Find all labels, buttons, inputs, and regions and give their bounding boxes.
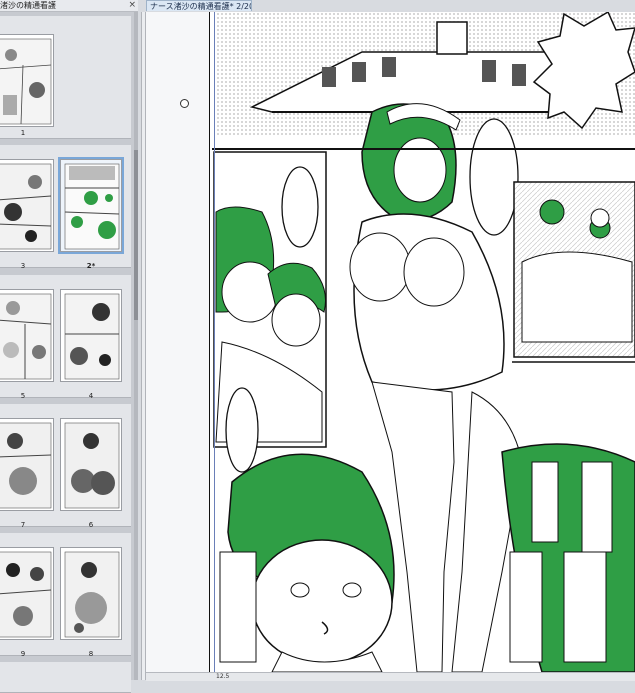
page-list-scroll-thumb[interactable]	[134, 150, 138, 320]
page-thumbnail[interactable]	[0, 34, 54, 127]
spread-row: 7 6	[0, 404, 131, 529]
spread-row: 5 4	[0, 275, 131, 400]
close-icon[interactable]: ×	[128, 0, 136, 11]
page-number: 1	[20, 129, 26, 137]
page-thumbnail[interactable]	[60, 547, 122, 640]
document-tab[interactable]: ナース渚沙の精通看護* 2/20 ●	[146, 0, 252, 11]
page-thumbnail[interactable]	[0, 547, 54, 640]
page-number: 8	[88, 650, 94, 658]
page-thumbnail-art	[0, 293, 52, 380]
ruler-handle-icon[interactable]	[180, 99, 189, 108]
guide-line	[214, 12, 215, 672]
page-number: 9	[20, 650, 26, 658]
spread-row: 3 2*	[0, 145, 131, 270]
page-number: 3	[20, 262, 26, 270]
page-thumbnail[interactable]	[60, 418, 122, 511]
spread-row	[0, 662, 131, 693]
page-thumbnail-art	[0, 551, 52, 638]
zoom-readout: 12.5	[216, 673, 230, 680]
page-manager-tab[interactable]: 渚沙の精通看護 ×	[0, 0, 138, 12]
document-tab-title: ナース渚沙の精通看護* 2/20	[150, 2, 252, 11]
page-number: 7	[20, 521, 26, 529]
canvas-pasteboard	[146, 12, 210, 672]
page-thumbnail-art	[0, 38, 52, 125]
page-thumbnail-art	[64, 551, 120, 638]
page-thumbnail-art	[64, 293, 120, 380]
page-list-panel: 1 3 2* 5 4 7 6 9 8	[0, 12, 138, 693]
page-number: 5	[20, 392, 26, 400]
page-thumbnail[interactable]	[60, 289, 122, 382]
page-thumbnail-art	[64, 422, 120, 509]
page-list-scrollbar[interactable]	[134, 12, 138, 680]
page-number-selected: 2*	[86, 262, 96, 270]
spread-row: 1	[0, 16, 131, 139]
page-thumbnail[interactable]	[0, 159, 54, 252]
page-thumbnail-art	[64, 163, 120, 250]
page-number: 6	[88, 521, 94, 529]
page-manager-tab-title: 渚沙の精通看護	[0, 1, 56, 10]
page-thumbnail-art	[0, 163, 52, 250]
manga-page-artwork	[212, 12, 635, 672]
page-thumbnail-selected[interactable]	[58, 157, 124, 254]
page-thumbnail-art	[0, 422, 52, 509]
page-number: 4	[88, 392, 94, 400]
page-thumbnail[interactable]	[0, 418, 54, 511]
page-edge-line	[209, 12, 210, 672]
page-thumbnail[interactable]	[0, 289, 54, 382]
spread-row: 9 8	[0, 533, 131, 658]
